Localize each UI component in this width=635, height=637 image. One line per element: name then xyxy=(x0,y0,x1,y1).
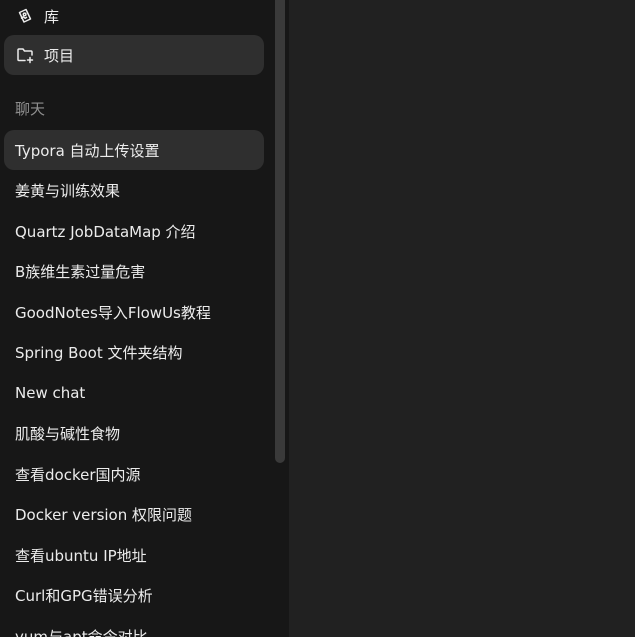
chat-item[interactable]: 姜黄与训练效果 xyxy=(4,171,264,211)
chats-section-label: 聊天 xyxy=(15,100,46,118)
chat-item[interactable]: 查看ubuntu IP地址 xyxy=(4,535,264,575)
sidebar-scrollbar[interactable] xyxy=(275,0,285,463)
main-content-area xyxy=(289,0,635,637)
sidebar-item-projects[interactable]: 项目 xyxy=(4,35,264,75)
sidebar: 库 项目 聊天 Typora 自动上传设置 姜黄与训练效果 Quartz Job… xyxy=(0,0,289,637)
chat-item-active[interactable]: Typora 自动上传设置 xyxy=(4,130,264,170)
chat-item[interactable]: New chat xyxy=(4,373,264,413)
app-window: 库 项目 聊天 Typora 自动上传设置 姜黄与训练效果 Quartz Job… xyxy=(0,0,635,637)
folder-plus-icon xyxy=(15,45,35,65)
library-icon xyxy=(15,6,35,26)
sidebar-item-library-label: 库 xyxy=(44,7,60,26)
sidebar-item-library[interactable]: 库 xyxy=(4,0,264,36)
chat-item[interactable]: Quartz JobDataMap 介绍 xyxy=(4,211,264,251)
chat-item[interactable]: yum与apt命令对比 xyxy=(4,616,264,637)
chat-item[interactable]: Curl和GPG错误分析 xyxy=(4,576,264,616)
chat-list: Typora 自动上传设置 姜黄与训练效果 Quartz JobDataMap … xyxy=(4,130,264,637)
chat-item[interactable]: Docker version 权限问题 xyxy=(4,495,264,535)
chat-item[interactable]: Spring Boot 文件夹结构 xyxy=(4,333,264,373)
chat-item[interactable]: GoodNotes导入FlowUs教程 xyxy=(4,292,264,332)
chat-item[interactable]: 查看docker国内源 xyxy=(4,454,264,494)
chat-item[interactable]: B族维生素过量危害 xyxy=(4,252,264,292)
chat-item[interactable]: 肌酸与碱性食物 xyxy=(4,414,264,454)
sidebar-item-projects-label: 项目 xyxy=(44,46,75,65)
